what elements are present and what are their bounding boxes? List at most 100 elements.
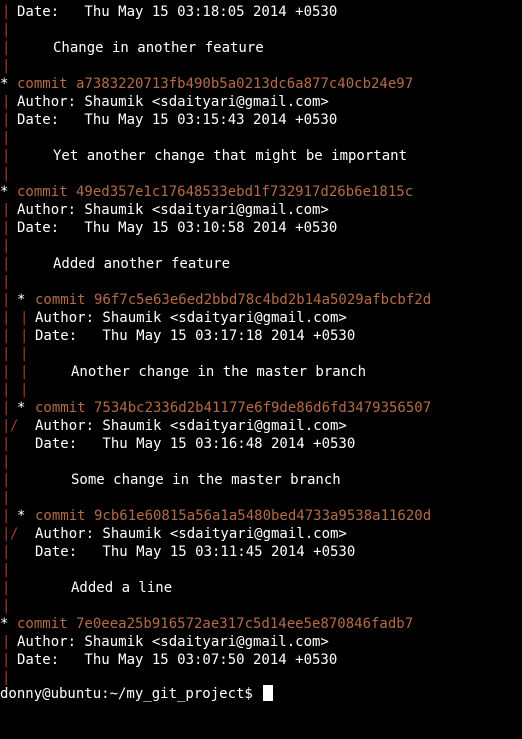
commit-date: Date: Thu May 15 03:17:18 2014 +0530 xyxy=(35,328,356,344)
commit-author: Author: Shaumik <sdaityari@gmail.com> xyxy=(35,526,347,542)
commit-author-line: | Author: Shaumik <sdaityari@gmail.com> xyxy=(0,93,329,111)
graph-edge: | xyxy=(2,292,11,308)
commit-message: Another change in the master branch xyxy=(71,364,367,380)
graph-edge: | xyxy=(2,490,11,506)
commit-message-line: | Added another feature xyxy=(0,255,230,273)
graph-edge: | xyxy=(2,544,11,560)
commit-node: * xyxy=(17,292,26,308)
commit-node: * xyxy=(17,400,26,416)
commit-date-line: | Date: Thu May 15 03:11:45 2014 +0530 xyxy=(0,543,355,561)
graph-line: | | xyxy=(0,345,34,363)
graph-edge: | xyxy=(2,382,11,398)
commit-message-line: | Yet another change that might be impor… xyxy=(0,147,407,165)
graph-edge: | xyxy=(20,382,29,398)
graph-edge: | xyxy=(2,472,11,488)
commit-hash: commit a7383220713fb490b5a0213dc6a877c40… xyxy=(17,76,414,92)
commit-node: * xyxy=(0,616,9,632)
graph-edge: | xyxy=(2,238,11,254)
commit-hash: commit 9cb61e60815a56a1a5480bed4733a9538… xyxy=(35,508,432,524)
graph-edge: | xyxy=(2,274,11,290)
commit-message: Yet another change that might be importa… xyxy=(53,148,408,164)
commit-message-line: | Some change in the master branch xyxy=(0,471,341,489)
graph-edge: | xyxy=(2,328,11,344)
commit-node: * xyxy=(0,184,9,200)
commit-message: Some change in the master branch xyxy=(71,472,341,488)
commit-header: | * commit 9cb61e60815a56a1a5480bed4733a… xyxy=(0,507,431,525)
commit-message: Added a line xyxy=(71,580,173,596)
graph-edge: | xyxy=(2,202,11,218)
commit-header: * commit 7e0eea25b916572ae317c5d14ee5e87… xyxy=(0,615,413,633)
graph-edge: | xyxy=(2,598,11,614)
shell-prompt-line[interactable]: donny@ubuntu:~/my_git_project$ xyxy=(0,685,274,703)
graph-edge: | xyxy=(2,22,11,38)
commit-date: Date: Thu May 15 03:18:05 2014 +0530 xyxy=(17,4,338,20)
graph-edge: | xyxy=(20,364,29,380)
graph-edge: | xyxy=(2,4,11,20)
graph-edge: | xyxy=(2,40,11,56)
commit-author: Author: Shaumik <sdaityari@gmail.com> xyxy=(17,202,329,218)
commit-message: Added another feature xyxy=(53,256,231,272)
graph-edge: | xyxy=(2,562,11,578)
commit-author-line: | | Author: Shaumik <sdaityari@gmail.com… xyxy=(0,309,347,327)
commit-date-line: | Date: Thu May 15 03:18:05 2014 +0530 xyxy=(0,3,337,21)
graph-edge: | xyxy=(20,310,29,326)
commit-author-line: | / Author: Shaumik <sdaityari@gmail.com… xyxy=(0,417,347,435)
commit-message: Change in another feature xyxy=(53,40,264,56)
graph-edge: | xyxy=(2,346,11,362)
graph-edge: | xyxy=(2,508,11,524)
graph-edge: | xyxy=(2,400,11,416)
commit-date: Date: Thu May 15 03:15:43 2014 +0530 xyxy=(17,112,338,128)
graph-edge: | xyxy=(2,634,11,650)
commit-message-line: | | Another change in the master branch xyxy=(0,363,366,381)
graph-edge: | xyxy=(2,310,11,326)
commit-hash: commit 7534bc2336d2b41177e6f9de86d6fd347… xyxy=(35,400,432,416)
commit-author: Author: Shaumik <sdaityari@gmail.com> xyxy=(35,418,347,434)
commit-message-line: | Added a line xyxy=(0,579,172,597)
graph-edge: | xyxy=(20,328,29,344)
commit-node: * xyxy=(17,508,26,524)
graph-edge: | xyxy=(2,166,11,182)
graph-edge: | xyxy=(2,58,11,74)
graph-merge-edge: / xyxy=(10,526,19,542)
graph-edge: | xyxy=(2,364,11,380)
commit-date: Date: Thu May 15 03:16:48 2014 +0530 xyxy=(35,436,356,452)
commit-hash: commit 49ed357e1c17648533ebd1f732917d26b… xyxy=(17,184,414,200)
graph-edge: | xyxy=(2,112,11,128)
commit-header: | * commit 7534bc2336d2b41177e6f9de86d6f… xyxy=(0,399,431,417)
commit-date-line: | Date: Thu May 15 03:10:58 2014 +0530 xyxy=(0,219,337,237)
graph-edge: | xyxy=(2,130,11,146)
text-cursor xyxy=(263,685,274,701)
graph-line: | | xyxy=(0,381,34,399)
commit-hash: commit 96f7c5e63e6ed2bbd78c4bd2b14a5029a… xyxy=(35,292,432,308)
graph-edge: | xyxy=(2,454,11,470)
commit-author-line: | Author: Shaumik <sdaityari@gmail.com> xyxy=(0,633,329,651)
prompt-text: donny@ubuntu:~/my_git_project$ xyxy=(0,686,253,702)
graph-edge: | xyxy=(2,580,11,596)
commit-author: Author: Shaumik <sdaityari@gmail.com> xyxy=(17,634,329,650)
commit-date: Date: Thu May 15 03:07:50 2014 +0530 xyxy=(17,652,338,668)
shell-prompt[interactable]: donny@ubuntu:~/my_git_project$ xyxy=(0,685,274,703)
graph-merge-edge: / xyxy=(10,418,19,434)
commit-author-line: | Author: Shaumik <sdaityari@gmail.com> xyxy=(0,201,329,219)
graph-edge: | xyxy=(2,148,11,164)
graph-edge: | xyxy=(20,346,29,362)
commit-header: * commit a7383220713fb490b5a0213dc6a877c… xyxy=(0,75,413,93)
graph-edge: | xyxy=(2,436,11,452)
commit-date-line: | | Date: Thu May 15 03:17:18 2014 +0530 xyxy=(0,327,355,345)
commit-date-line: | Date: Thu May 15 03:07:50 2014 +0530 xyxy=(0,651,337,669)
commit-header: * commit 49ed357e1c17648533ebd1f732917d2… xyxy=(0,183,413,201)
commit-date-line: | Date: Thu May 15 03:16:48 2014 +0530 xyxy=(0,435,355,453)
graph-edge: | xyxy=(2,652,11,668)
commit-date-line: | Date: Thu May 15 03:15:43 2014 +0530 xyxy=(0,111,337,129)
terminal-window[interactable]: | Date: Thu May 15 03:18:05 2014 +0530 |… xyxy=(0,0,522,709)
commit-hash: commit 7e0eea25b916572ae317c5d14ee5e8708… xyxy=(17,616,414,632)
graph-edge: | xyxy=(2,94,11,110)
commit-date: Date: Thu May 15 03:11:45 2014 +0530 xyxy=(35,544,356,560)
commit-header: | * commit 96f7c5e63e6ed2bbd78c4bd2b14a5… xyxy=(0,291,431,309)
commit-author: Author: Shaumik <sdaityari@gmail.com> xyxy=(17,94,329,110)
commit-message-line: | Change in another feature xyxy=(0,39,264,57)
graph-edge: | xyxy=(2,256,11,272)
graph-edge: | xyxy=(2,220,11,236)
commit-author-line: | / Author: Shaumik <sdaityari@gmail.com… xyxy=(0,525,347,543)
commit-author: Author: Shaumik <sdaityari@gmail.com> xyxy=(35,310,347,326)
